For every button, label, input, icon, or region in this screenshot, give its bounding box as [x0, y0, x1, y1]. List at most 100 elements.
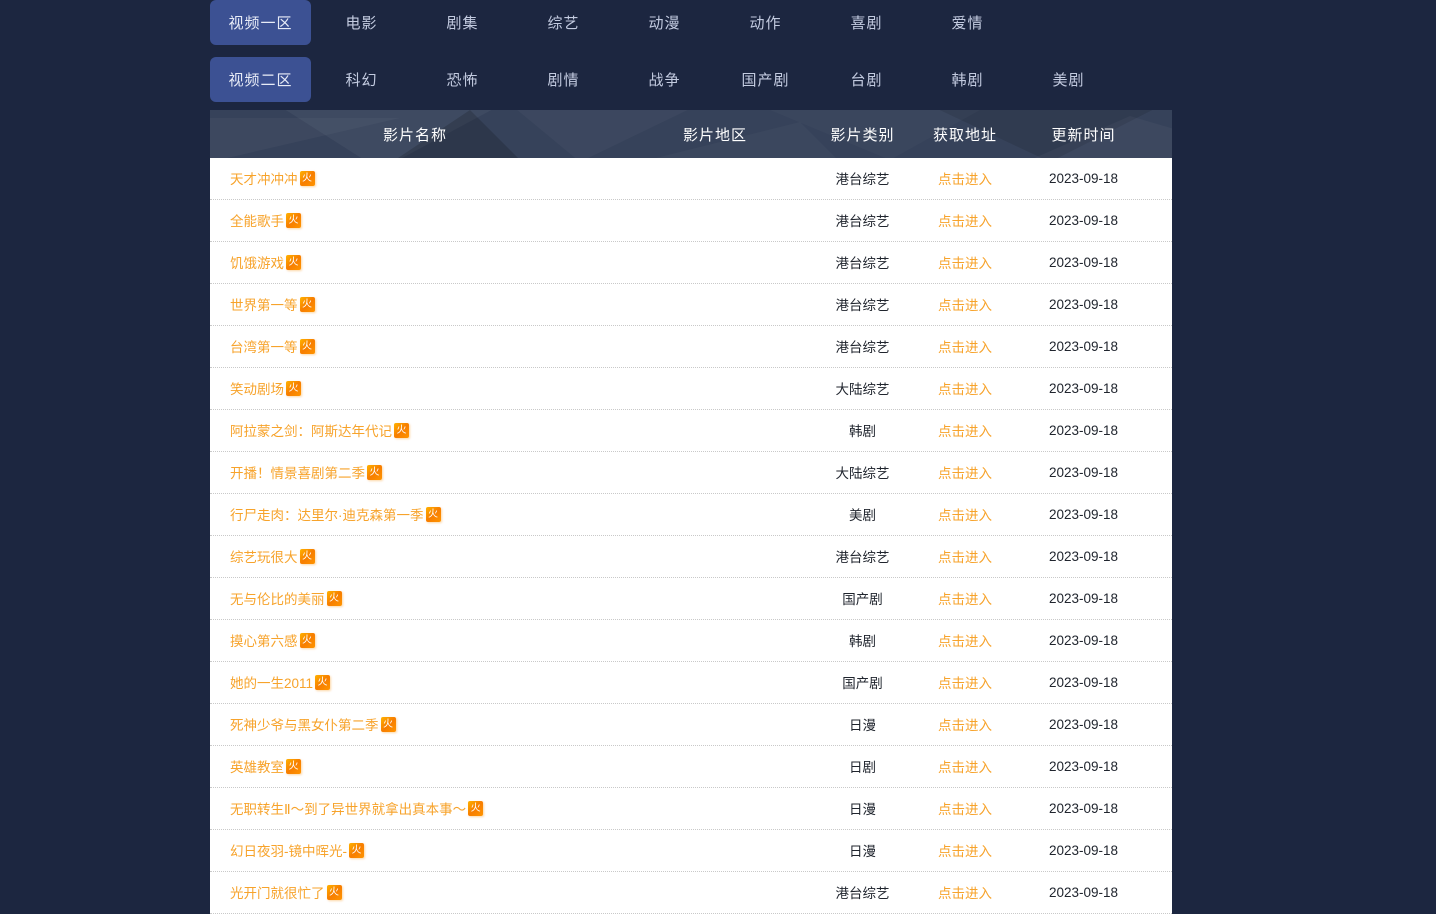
- enter-link[interactable]: 点击进入: [938, 844, 992, 859]
- movie-title-link[interactable]: 综艺玩很大火: [230, 546, 315, 566]
- update-time-text: 2023-09-18: [1048, 422, 1119, 438]
- update-time-text: 2023-09-18: [1048, 548, 1119, 564]
- table-row: 摸心第六感火 韩剧 点击进入 2023-09-18: [210, 620, 1172, 662]
- nav-link-剧情[interactable]: 剧情: [513, 57, 614, 102]
- nav-tab-zone-2[interactable]: 视频二区: [210, 57, 311, 102]
- movie-title-link[interactable]: 笑动剧场火: [230, 378, 301, 398]
- enter-link[interactable]: 点击进入: [938, 382, 992, 397]
- table-row: 英雄教室火 日剧 点击进入 2023-09-18: [210, 746, 1172, 788]
- cell-name: 无职转生Ⅱ～到了异世界就拿出真本事～火: [210, 798, 620, 819]
- movie-title-link[interactable]: 她的一生2011 火: [230, 672, 331, 692]
- movie-title-link[interactable]: 死神少爷与黑女仆第二季火: [230, 714, 396, 734]
- enter-link[interactable]: 点击进入: [938, 256, 992, 271]
- update-time-text: 2023-09-18: [1048, 170, 1119, 186]
- enter-link[interactable]: 点击进入: [938, 550, 992, 565]
- movie-title-link[interactable]: 世界第一等火: [230, 294, 315, 314]
- enter-link[interactable]: 点击进入: [938, 466, 992, 481]
- table-row: 幻日夜羽-镜中晖光- 火 日漫 点击进入 2023-09-18: [210, 830, 1172, 872]
- nav-link-剧集[interactable]: 剧集: [412, 0, 513, 45]
- enter-link[interactable]: 点击进入: [938, 634, 992, 649]
- table-row: 世界第一等火 港台综艺 点击进入 2023-09-18: [210, 284, 1172, 326]
- cell-address: 点击进入: [915, 210, 1015, 231]
- cell-name: 笑动剧场火: [210, 378, 620, 399]
- nav-tab-zone-1[interactable]: 视频一区: [210, 0, 311, 45]
- cell-address: 点击进入: [915, 714, 1015, 735]
- movie-title-text: 光开门就很忙了: [230, 886, 325, 901]
- category-text: 日漫: [849, 718, 876, 733]
- movie-title-link[interactable]: 饥饿游戏火: [230, 252, 301, 272]
- cell-category: 日漫: [810, 714, 915, 735]
- enter-link[interactable]: 点击进入: [938, 424, 992, 439]
- cell-name: 综艺玩很大火: [210, 546, 620, 567]
- movie-title-link[interactable]: 天才冲冲冲火: [230, 168, 315, 188]
- category-text: 港台综艺: [835, 298, 890, 313]
- cell-category: 大陆综艺: [810, 462, 915, 483]
- nav-link-电影[interactable]: 电影: [311, 0, 412, 45]
- movie-title-text: 死神少爷与黑女仆第二季: [230, 718, 379, 733]
- hot-fire-badge-icon: 火: [299, 632, 315, 648]
- nav-link-国产剧[interactable]: 国产剧: [715, 57, 816, 102]
- movie-title-link[interactable]: 行尸走肉：达里尔·迪克森第一季火: [230, 504, 441, 524]
- movie-title-link[interactable]: 光开门就很忙了火: [230, 882, 342, 902]
- nav-link-科幻[interactable]: 科幻: [311, 57, 412, 102]
- cell-name: 幻日夜羽-镜中晖光- 火: [210, 840, 620, 861]
- nav-link-战争[interactable]: 战争: [614, 57, 715, 102]
- nav-link-动作[interactable]: 动作: [715, 0, 816, 45]
- cell-category: 韩剧: [810, 420, 915, 441]
- cell-time: 2023-09-18: [1015, 212, 1152, 230]
- movie-title-text: 她的一生2011: [230, 676, 314, 691]
- nav-link-台剧[interactable]: 台剧: [816, 57, 917, 102]
- nav-link-恐怖[interactable]: 恐怖: [412, 57, 513, 102]
- category-text: 日漫: [849, 802, 876, 817]
- enter-link[interactable]: 点击进入: [938, 298, 992, 313]
- cell-time: 2023-09-18: [1015, 716, 1152, 734]
- category-text: 港台综艺: [835, 172, 890, 187]
- nav-link-动漫[interactable]: 动漫: [614, 0, 715, 45]
- update-time-text: 2023-09-18: [1048, 338, 1119, 354]
- cell-category: 港台综艺: [810, 210, 915, 231]
- enter-link[interactable]: 点击进入: [938, 340, 992, 355]
- movie-title-link[interactable]: 阿拉蒙之剑：阿斯达年代记火: [230, 420, 409, 440]
- cell-name: 开播！情景喜剧第二季火: [210, 462, 620, 483]
- table-row: 全能歌手火 港台综艺 点击进入 2023-09-18: [210, 200, 1172, 242]
- nav-link-爱情[interactable]: 爱情: [917, 0, 1018, 45]
- enter-link[interactable]: 点击进入: [938, 676, 992, 691]
- hot-fire-badge-icon: 火: [299, 548, 315, 564]
- movie-title-text: 无职转生Ⅱ～到了异世界就拿出真本事～: [230, 802, 467, 817]
- enter-link[interactable]: 点击进入: [938, 214, 992, 229]
- movie-title-link[interactable]: 摸心第六感火: [230, 630, 315, 650]
- enter-link[interactable]: 点击进入: [938, 760, 992, 775]
- update-time-text: 2023-09-18: [1048, 674, 1119, 690]
- table-row: 无职转生Ⅱ～到了异世界就拿出真本事～火 日漫 点击进入 2023-09-18: [210, 788, 1172, 830]
- enter-link[interactable]: 点击进入: [938, 508, 992, 523]
- nav-link-美剧[interactable]: 美剧: [1018, 57, 1119, 102]
- nav-link-综艺[interactable]: 综艺: [513, 0, 614, 45]
- movie-title-link[interactable]: 全能歌手火: [230, 210, 301, 230]
- hot-fire-badge-icon: 火: [299, 338, 315, 354]
- enter-link[interactable]: 点击进入: [938, 172, 992, 187]
- movie-title-link[interactable]: 幻日夜羽-镜中晖光- 火: [230, 840, 364, 860]
- nav-link-韩剧[interactable]: 韩剧: [917, 57, 1018, 102]
- enter-link[interactable]: 点击进入: [938, 592, 992, 607]
- movie-title-text: 世界第一等: [230, 298, 298, 313]
- nav-row-1: 视频一区 电影 剧集 综艺 动漫 动作 喜剧 爱情: [210, 0, 1436, 45]
- update-time-text: 2023-09-18: [1048, 758, 1119, 774]
- enter-link[interactable]: 点击进入: [938, 718, 992, 733]
- movie-title-link[interactable]: 开播！情景喜剧第二季火: [230, 462, 382, 482]
- table-row: 综艺玩很大火 港台综艺 点击进入 2023-09-18: [210, 536, 1172, 578]
- cell-category: 日漫: [810, 798, 915, 819]
- table-row: 天才冲冲冲火 港台综艺 点击进入 2023-09-18: [210, 158, 1172, 200]
- update-time-text: 2023-09-18: [1048, 590, 1119, 606]
- cell-category: 日剧: [810, 756, 915, 777]
- category-text: 日剧: [849, 760, 876, 775]
- movie-title-link[interactable]: 无与伦比的美丽火: [230, 588, 342, 608]
- movie-title-link[interactable]: 无职转生Ⅱ～到了异世界就拿出真本事～火: [230, 798, 484, 818]
- movie-title-link[interactable]: 台湾第一等火: [230, 336, 315, 356]
- movie-title-link[interactable]: 英雄教室火: [230, 756, 301, 776]
- nav-link-喜剧[interactable]: 喜剧: [816, 0, 917, 45]
- movie-title-text: 台湾第一等: [230, 340, 298, 355]
- category-text: 日漫: [849, 844, 876, 859]
- movie-title-text: 英雄教室: [230, 760, 284, 775]
- hot-fire-badge-icon: 火: [394, 422, 409, 438]
- enter-link[interactable]: 点击进入: [938, 802, 992, 817]
